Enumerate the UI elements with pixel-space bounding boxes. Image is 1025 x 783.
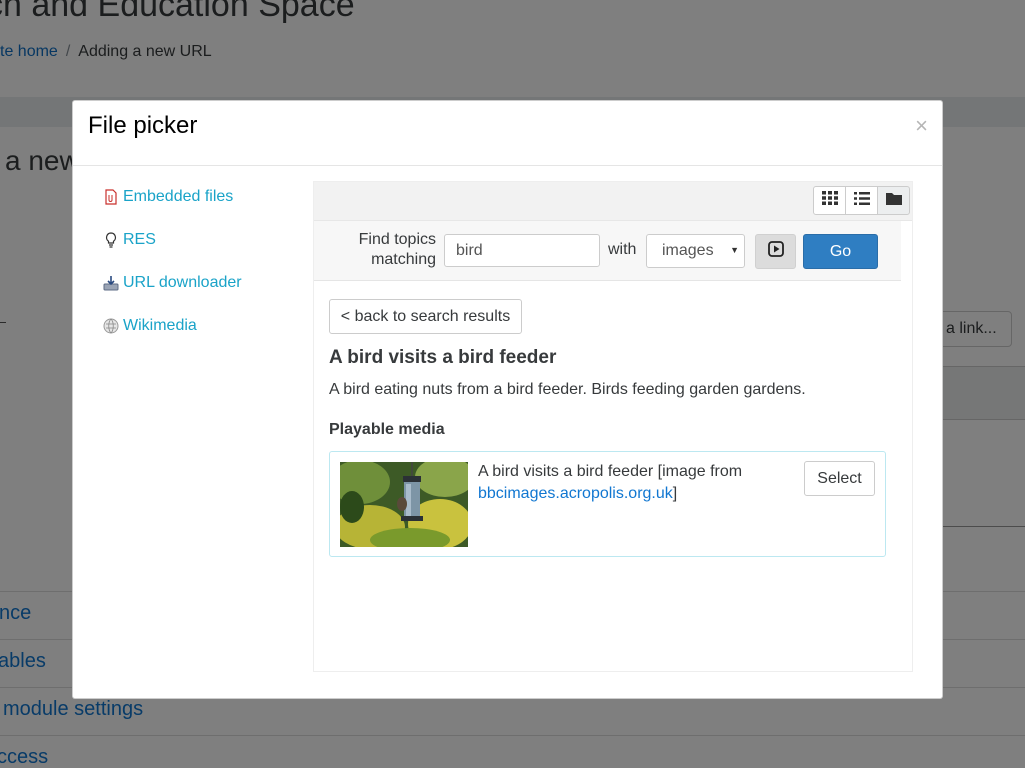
file-icon [103,189,119,205]
modal-title: File picker [88,112,198,139]
picker-toolbar [314,182,912,221]
media-type-value: images [662,242,714,259]
nav-item-label: Embedded files [123,188,234,205]
media-source-link[interactable]: bbcimages.acropolis.org.uk [478,485,673,502]
nav-item-label: URL downloader [123,274,242,291]
nav-item-wikimedia[interactable]: Wikimedia [103,316,242,336]
nav-item-label: RES [123,231,156,248]
folder-view-icon [885,192,902,210]
result-description: A bird eating nuts from a bird feeder. B… [329,381,806,398]
wikimedia-globe-icon [103,318,119,334]
repository-nav: Embedded files RES URL downloader Wikime… [103,187,242,359]
media-caption: A bird visits a bird feeder [image from … [478,461,778,505]
back-to-results-button[interactable]: < back to search results [329,299,522,334]
chevron-down-icon: ▼ [730,245,739,255]
search-input[interactable] [444,234,600,267]
file-picker-modal: File picker × Embedded files RES URL dow… [72,100,943,699]
nav-item-url-downloader[interactable]: URL downloader [103,273,242,293]
nav-item-label: Wikimedia [123,317,197,334]
file-picker-content: Find topics matching with images ▼ Go < … [313,181,913,672]
media-type-select[interactable]: images ▼ [646,234,745,268]
play-icon [767,241,784,262]
select-button[interactable]: Select [804,461,875,496]
media-caption-end: ] [672,485,678,502]
lightbulb-icon [103,232,119,248]
list-view-button[interactable] [845,186,878,215]
media-thumbnail[interactable] [340,462,468,547]
grid-view-icon [821,191,838,210]
list-view-icon [853,191,870,210]
grid-view-button[interactable] [813,186,846,215]
go-button[interactable]: Go [803,234,878,269]
view-switcher [813,186,910,215]
media-caption-text: A bird visits a bird feeder [image from [478,463,743,480]
download-icon [103,275,119,291]
play-media-button[interactable] [755,234,796,269]
modal-header: File picker × [73,101,942,166]
search-form: Find topics matching with images ▼ Go [314,221,901,281]
nav-item-res[interactable]: RES [103,230,242,250]
playable-media-heading: Playable media [329,421,445,438]
media-type-label: with [608,241,637,258]
media-item-card: A bird visits a bird feeder [image from … [329,451,886,557]
close-button[interactable]: × [915,113,928,139]
result-title: A bird visits a bird feeder [329,347,557,368]
search-label: Find topics matching [358,231,436,268]
folder-view-button[interactable] [877,186,910,215]
nav-item-embedded-files[interactable]: Embedded files [103,187,242,207]
